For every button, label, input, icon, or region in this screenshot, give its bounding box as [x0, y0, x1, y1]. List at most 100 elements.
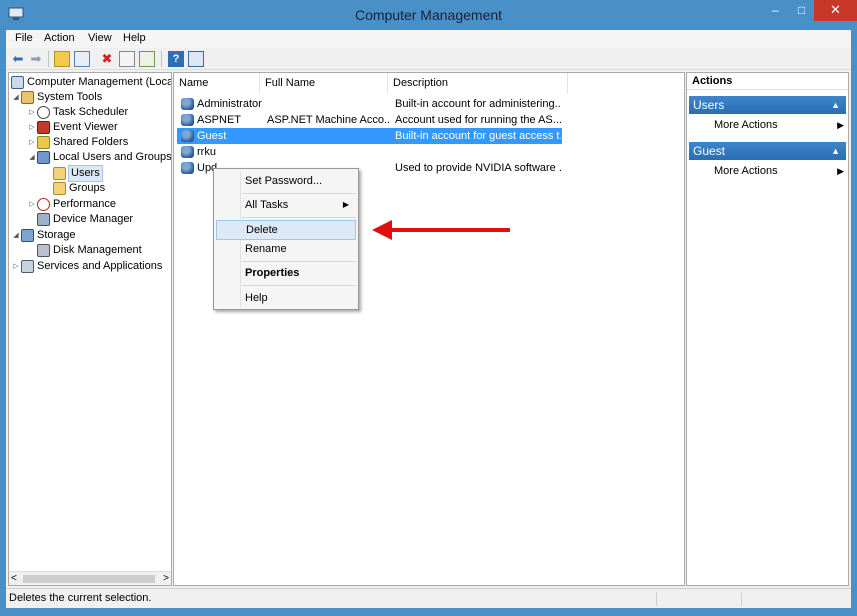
more-actions-users[interactable]: More Actions ▶: [714, 117, 844, 133]
client-area: File Action View Help ⬅ ➡ ✖ ? Computer M…: [6, 30, 851, 608]
user-row-aspnet[interactable]: ASPNET ASP.NET Machine Acco... Account u…: [177, 112, 562, 128]
expand-icon[interactable]: ▷: [27, 197, 37, 212]
status-bar: Deletes the current selection.: [6, 588, 851, 608]
console-tree-pane[interactable]: Computer Management (Local ◢ System Tools…: [8, 72, 172, 586]
column-header-full-name[interactable]: Full Name: [260, 73, 388, 93]
actions-pane: Actions Users ▲ More Actions ▶ Guest ▲ M…: [686, 72, 849, 586]
scrollbar-thumb[interactable]: [23, 575, 155, 583]
user-icon: [181, 162, 194, 174]
users-list-pane[interactable]: Name Full Name Description Administrator…: [173, 72, 685, 586]
menu-separator: [242, 217, 356, 218]
tree-item-local-users-and-groups[interactable]: ◢ Local Users and Groups: [27, 150, 171, 165]
tree-item-performance[interactable]: ▷ Performance: [27, 197, 116, 212]
tree-horizontal-scrollbar[interactable]: < >: [9, 571, 171, 585]
computer-management-window: Computer Management – □ ✕ File Action Vi…: [0, 0, 857, 616]
tree-item-event-viewer[interactable]: ▷ Event Viewer: [27, 120, 118, 135]
user-row-administrator[interactable]: Administrator Built-in account for admin…: [177, 96, 562, 112]
help-icon[interactable]: ?: [168, 51, 184, 67]
more-actions-guest[interactable]: More Actions ▶: [714, 163, 844, 179]
users-icon: [37, 151, 50, 164]
actions-section-guest[interactable]: Guest ▲: [689, 142, 846, 160]
export-list-icon[interactable]: [139, 51, 155, 67]
expand-icon[interactable]: ▷: [27, 120, 37, 135]
tree-item-task-scheduler[interactable]: ▷ Task Scheduler: [27, 105, 128, 120]
delete-icon[interactable]: ✖: [99, 51, 115, 67]
forward-arrow-icon[interactable]: ➡: [28, 51, 44, 67]
tree-item-users[interactable]: Users: [53, 165, 103, 182]
submenu-arrow-icon: ▶: [837, 120, 844, 130]
menu-action[interactable]: Action: [39, 31, 80, 45]
collapse-caret-icon[interactable]: ▲: [831, 142, 840, 160]
expand-icon[interactable]: ▷: [27, 135, 37, 150]
menu-bar: File Action View Help: [6, 30, 851, 48]
column-header-description[interactable]: Description: [388, 73, 568, 93]
context-menu: Set Password... All Tasks ▶ Delete Renam…: [213, 168, 359, 310]
tree-item-computer-management[interactable]: Computer Management (Local: [11, 75, 171, 90]
computer-icon: [11, 76, 24, 89]
toolbar-separator: [48, 51, 49, 67]
properties-icon[interactable]: [119, 51, 135, 67]
clock-icon: [37, 106, 50, 119]
storage-icon: [21, 229, 34, 242]
expand-icon[interactable]: ▷: [11, 259, 21, 274]
annotation-arrow-line: [386, 228, 510, 232]
submenu-arrow-icon: ▶: [342, 200, 349, 209]
disk-icon: [37, 244, 50, 257]
shared-folder-icon: [37, 136, 50, 149]
minimize-button[interactable]: –: [762, 0, 789, 21]
collapse-icon[interactable]: ◢: [11, 90, 21, 105]
status-divider: [656, 592, 657, 606]
scroll-right-icon[interactable]: >: [163, 572, 169, 585]
user-icon: [181, 130, 194, 142]
tree-item-shared-folders[interactable]: ▷ Shared Folders: [27, 135, 128, 150]
tools-icon: [21, 91, 34, 104]
user-icon: [181, 98, 194, 110]
maximize-button[interactable]: □: [789, 0, 814, 21]
actions-header: Actions: [687, 73, 848, 90]
show-hide-tree-icon[interactable]: [74, 51, 90, 67]
user-row-rrku[interactable]: rrku: [177, 144, 562, 160]
collapse-icon[interactable]: ◢: [11, 228, 21, 243]
menu-separator: [242, 261, 356, 262]
console-icon[interactable]: [188, 51, 204, 67]
collapse-caret-icon[interactable]: ▲: [831, 96, 840, 114]
menu-item-delete[interactable]: Delete: [216, 220, 356, 240]
tree-item-device-manager[interactable]: Device Manager: [37, 212, 133, 227]
menu-view[interactable]: View: [83, 31, 117, 45]
expand-icon[interactable]: ▷: [27, 105, 37, 120]
collapse-icon[interactable]: ◢: [27, 150, 37, 165]
submenu-arrow-icon: ▶: [837, 166, 844, 176]
menu-item-all-tasks[interactable]: All Tasks ▶: [216, 195, 356, 215]
menu-help[interactable]: Help: [118, 31, 151, 45]
performance-icon: [37, 198, 50, 211]
menu-separator: [242, 193, 356, 194]
device-manager-icon: [37, 213, 50, 226]
close-button[interactable]: ✕: [814, 0, 857, 21]
title-bar[interactable]: Computer Management – □ ✕: [0, 0, 857, 30]
user-icon: [181, 146, 194, 158]
menu-item-help[interactable]: Help: [216, 288, 356, 308]
scroll-left-icon[interactable]: <: [11, 572, 17, 585]
user-row-guest[interactable]: Guest Built-in account for guest access …: [177, 128, 562, 144]
tree-item-system-tools[interactable]: ◢ System Tools: [11, 90, 102, 105]
tree-item-disk-management[interactable]: Disk Management: [37, 243, 142, 258]
toolbar-separator: [161, 51, 162, 67]
tree-item-storage[interactable]: ◢ Storage: [11, 228, 76, 243]
menu-item-set-password[interactable]: Set Password...: [216, 171, 356, 191]
column-header-name[interactable]: Name: [174, 73, 260, 93]
up-folder-icon[interactable]: [54, 51, 70, 67]
status-divider: [741, 592, 742, 606]
user-icon: [181, 114, 194, 126]
menu-file[interactable]: File: [10, 31, 38, 45]
back-arrow-icon[interactable]: ⬅: [10, 51, 26, 67]
tree-item-groups[interactable]: Groups: [53, 181, 105, 196]
menu-item-rename[interactable]: Rename: [216, 239, 356, 259]
menu-item-properties[interactable]: Properties: [216, 263, 356, 283]
event-viewer-icon: [37, 121, 50, 134]
folder-icon: [53, 167, 66, 180]
window-title: Computer Management: [354, 7, 503, 23]
tree-item-services-and-applications[interactable]: ▷ Services and Applications: [11, 259, 162, 274]
status-text: Deletes the current selection.: [9, 592, 152, 604]
menu-separator: [242, 285, 356, 286]
actions-section-users[interactable]: Users ▲: [689, 96, 846, 114]
